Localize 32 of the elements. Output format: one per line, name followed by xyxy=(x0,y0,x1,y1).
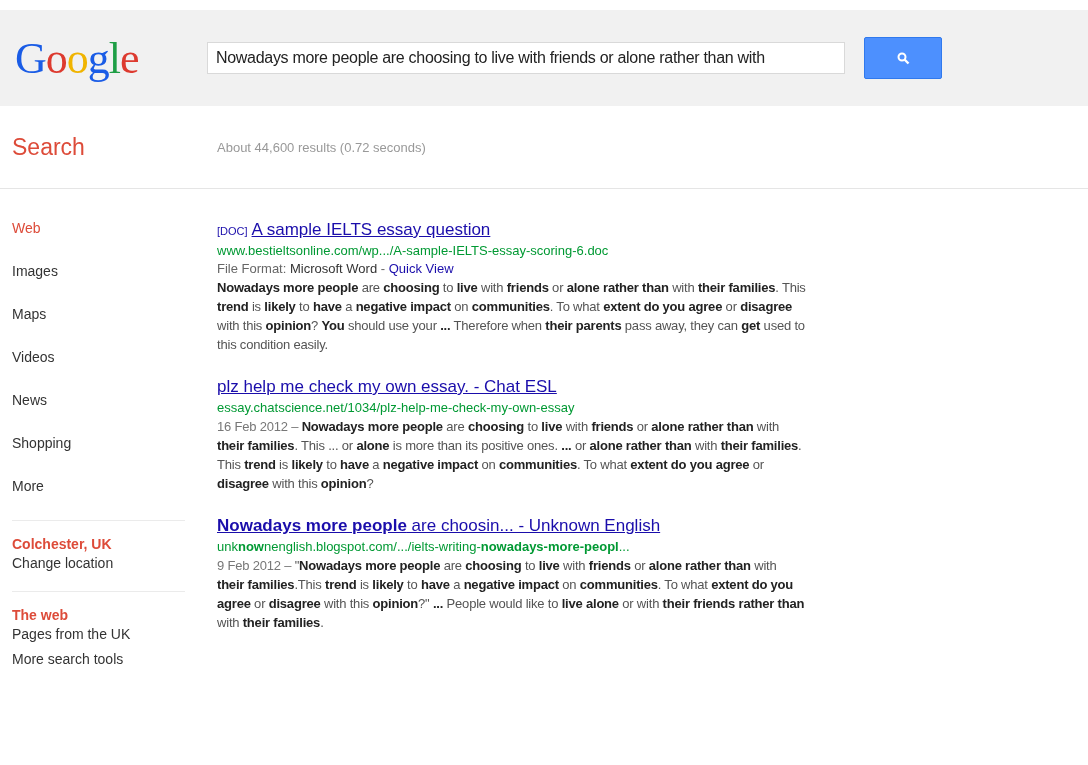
result-snippet: 9 Feb 2012 – "Nowadays more people are choosing to live with friends or alone rather than with their families.This trend is likely to have a negative impact on communities. To what extent do you agree or disagree with this opinion?" ... People would like to live alone or with their friends rather than with their families. xyxy=(217,557,806,632)
sidebar-link[interactable]: More search tools xyxy=(12,650,124,669)
sidebar-item[interactable]: Videos xyxy=(12,349,55,391)
separator: - xyxy=(380,261,386,276)
sidebar-item[interactable]: Shopping xyxy=(12,435,72,477)
section-heading: Colchester, UK xyxy=(12,536,112,552)
sidebar-item[interactable]: Web xyxy=(12,220,41,262)
sidebar-link[interactable]: Pages from the UK xyxy=(12,625,131,644)
sidebar-item[interactable]: Maps xyxy=(12,306,47,348)
result-title[interactable]: A sample IELTS essay question xyxy=(251,219,491,241)
logo[interactable]: Google xyxy=(15,32,207,84)
sidebar-item[interactable]: Images xyxy=(12,263,58,305)
file-type-tag: [DOC] xyxy=(217,225,248,237)
result-title[interactable]: Nowadays more people are choosin... - Unknown English xyxy=(217,515,661,537)
result-snippet: 16 Feb 2012 – Nowadays more people are choosing to live with friends or alone rather than with their families. This ... or alone is more than its positive ones. ... or alone rather than with their families. This trend is likely to have a negative impact on communities. To what extent do you agree or disagree with this opinion? xyxy=(217,418,803,493)
result-stats: About 44,600 results (0.72 seconds) xyxy=(217,139,426,155)
result-title[interactable]: plz help me check my own essay. - Chat ESL xyxy=(217,376,557,398)
result-url: www.bestieltsonline.com/wp.../A-sample-IELTS-essay-scoring-6.doc xyxy=(217,243,609,258)
search-field[interactable]: Nowadays more people are choosing to live with friends or alone rather than with xyxy=(207,42,845,74)
page-title: Search xyxy=(11,133,86,161)
sidebar-item[interactable]: News xyxy=(12,392,47,434)
sidebar-item[interactable]: More xyxy=(12,478,44,520)
search-icon xyxy=(896,51,910,65)
file-format-label: File Format: xyxy=(217,261,287,276)
result-snippet: Nowadays more people are choosing to live with friends or alone rather than with their families. This trend is likely to have a negative impact on communities. To what extent do you agree or disagree with this opinion? You should use your ... Therefore when their parents pass away, they can get used to this condition easily. xyxy=(217,279,807,354)
file-format-value: Microsoft Word xyxy=(289,261,378,276)
section-heading: The web xyxy=(12,607,68,623)
quick-view-link[interactable]: Quick View xyxy=(388,261,454,276)
search-button[interactable] xyxy=(864,37,942,79)
result-url: unknownenglish.blogspot.com/.../ielts-writing-nowadays-more-peopl... xyxy=(217,539,630,554)
sidebar-link[interactable]: Change location xyxy=(12,554,114,573)
result-url: essay.chatscience.net/1034/plz-help-me-check-my-own-essay xyxy=(217,400,575,415)
